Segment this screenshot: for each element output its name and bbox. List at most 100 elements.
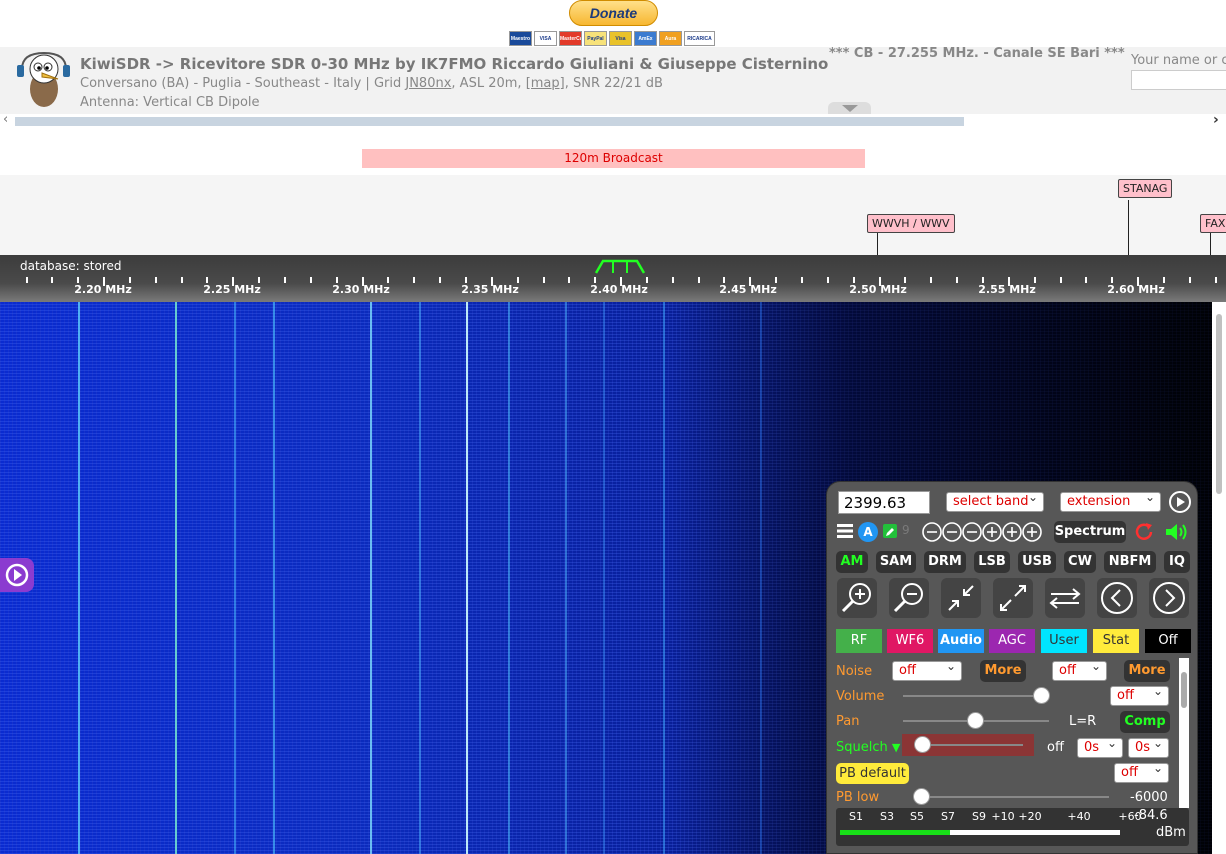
scroll-right-icon[interactable]: ›: [1213, 112, 1219, 128]
freq-label-2-55: 2.55 MHz: [978, 283, 1036, 296]
volume-label: Volume: [836, 689, 885, 704]
zoom-out-max-button[interactable]: [993, 578, 1033, 618]
side-panel-toggle-button[interactable]: [0, 558, 34, 592]
page-title: KiwiSDR -> Ricevitore SDR 0-30 MHz by IK…: [80, 55, 829, 73]
panel-scroll-thumb[interactable]: [1181, 672, 1187, 708]
volume-knob[interactable]: [1032, 687, 1050, 704]
waterfall-carrier-line: [78, 302, 80, 854]
tab-stat[interactable]: Stat: [1093, 629, 1139, 653]
play-circle-icon: [5, 563, 29, 587]
extension-dropdown[interactable]: extension: [1060, 490, 1161, 512]
squelch-slider[interactable]: [920, 744, 1023, 746]
volume-slider[interactable]: [903, 695, 1048, 697]
zoom-in-max-button[interactable]: [941, 578, 981, 618]
mode-usb-button[interactable]: USB: [1018, 551, 1056, 573]
chevron-left-circle-icon: [1101, 582, 1133, 614]
frequency-scale[interactable]: database: stored 2.20 MHz 2.25 MHz 2.30 …: [0, 255, 1226, 302]
step-up-button[interactable]: [1149, 578, 1189, 618]
donate-button[interactable]: Donate: [569, 0, 658, 26]
dx-label-stanag[interactable]: STANAG: [1118, 179, 1173, 198]
mode-am-button[interactable]: AM: [836, 551, 868, 573]
passband-marker-icon[interactable]: [595, 258, 645, 274]
freq-label-2-25: 2.25 MHz: [203, 283, 261, 296]
squelch-tail-dropdown[interactable]: 0s: [1077, 736, 1123, 758]
scale-tick: [180, 277, 183, 283]
frequency-input[interactable]: 2399.63: [838, 491, 930, 514]
waterfall-carrier-line: [466, 302, 468, 854]
tab-wf[interactable]: WF6: [887, 629, 933, 653]
name-input[interactable]: [1131, 70, 1226, 90]
compression-button[interactable]: Comp: [1120, 711, 1170, 733]
play-circle-icon[interactable]: [1168, 490, 1192, 514]
zoom-in-button[interactable]: [837, 578, 877, 618]
mode-drm-button[interactable]: DRM: [924, 551, 966, 573]
badge-a[interactable]: A: [858, 522, 878, 542]
s-meter: S1 S3 S5 S7 S9 +10 +20 +40 +60 -84.6 dBm: [836, 808, 1189, 846]
waterfall-scroll-thumb[interactable]: [1216, 314, 1222, 494]
refresh-icon[interactable]: [1133, 521, 1155, 543]
noise-blanker-dropdown[interactable]: off: [892, 659, 962, 681]
tab-agc[interactable]: AGC: [989, 629, 1035, 653]
waterfall-carrier-line: [760, 302, 762, 854]
squelch-delay-dropdown[interactable]: 0s: [1128, 736, 1169, 758]
step-down-button[interactable]: [1097, 578, 1137, 618]
panel-scrollbar[interactable]: [1179, 658, 1189, 808]
scale-tick: [671, 277, 674, 283]
passband-low-label: PB low: [836, 790, 880, 805]
mode-sam-button[interactable]: SAM: [876, 551, 916, 573]
smeter-label-plus20: +20: [1018, 810, 1042, 823]
waterfall-carrier-line: [234, 302, 236, 854]
noise-filter-more-button[interactable]: More: [1124, 660, 1170, 682]
band-bar-120m[interactable]: 120m Broadcast: [362, 149, 865, 168]
noise-blanker-more-button[interactable]: More: [980, 660, 1026, 682]
scroll-thumb[interactable]: [15, 117, 964, 126]
passband-default-button[interactable]: PB default: [836, 763, 909, 784]
noise-filter-dropdown[interactable]: off: [1052, 659, 1107, 681]
pan-knob[interactable]: [967, 712, 984, 729]
grid-link[interactable]: JN80nx: [405, 76, 451, 91]
header-collapse-toggle[interactable]: [828, 102, 871, 114]
squelch-knob[interactable]: [914, 736, 931, 753]
mode-cw-button[interactable]: CW: [1064, 551, 1096, 573]
squelch-slider-track[interactable]: [902, 734, 1034, 756]
scale-tick: [25, 277, 28, 283]
waterfall-scrollbar[interactable]: [1212, 302, 1226, 854]
swap-arrows-icon: [1049, 588, 1081, 609]
mode-iq-button[interactable]: IQ: [1164, 551, 1190, 573]
scale-tick: [801, 277, 803, 283]
antenna-info: Antenna: Vertical CB Dipole: [80, 95, 260, 110]
badge-9: 9: [902, 523, 910, 537]
freq-label-2-60: 2.60 MHz: [1107, 283, 1165, 296]
scroll-left-icon[interactable]: ‹: [3, 112, 8, 127]
horizontal-scrollbar[interactable]: ‹ ›: [0, 112, 1226, 128]
mode-lsb-button[interactable]: LSB: [974, 551, 1010, 573]
waterfall-carrier-line: [175, 302, 177, 854]
map-link[interactable]: [map]: [526, 76, 565, 91]
tab-audio[interactable]: Audio: [938, 629, 984, 653]
passband-low-value: -6000: [1130, 790, 1168, 805]
volume-mute-dropdown[interactable]: off: [1110, 684, 1169, 706]
passband-low-knob[interactable]: [913, 788, 930, 805]
pencil-icon: [886, 528, 894, 536]
scale-tick: [826, 277, 829, 283]
dx-label-fax[interactable]: FAX: [1200, 214, 1226, 233]
edit-icon[interactable]: [883, 524, 897, 538]
compress-arrows-icon: [948, 585, 974, 611]
spectrum-button[interactable]: Spectrum: [1054, 521, 1126, 543]
menu-icon[interactable]: [836, 522, 854, 540]
tab-off[interactable]: Off: [1145, 629, 1191, 653]
speaker-volume-icon[interactable]: [1163, 520, 1189, 544]
mode-nbfm-button[interactable]: NBFM: [1104, 551, 1156, 573]
passband-dropdown[interactable]: off: [1114, 761, 1169, 783]
waterfall-carrier-line: [508, 302, 510, 854]
select-band-dropdown[interactable]: select band: [946, 490, 1044, 512]
scale-tick: [413, 277, 416, 283]
zoom-level-buttons[interactable]: [921, 521, 1045, 543]
squelch-label[interactable]: Squelch ▼: [836, 740, 900, 755]
zoom-out-button[interactable]: [889, 578, 929, 618]
tab-rf[interactable]: RF: [836, 629, 882, 653]
dx-label-wwvh[interactable]: WWVH / WWV: [867, 214, 955, 233]
tab-user[interactable]: User: [1041, 629, 1087, 653]
swap-button[interactable]: [1045, 578, 1085, 618]
passband-low-slider[interactable]: [921, 796, 1109, 798]
